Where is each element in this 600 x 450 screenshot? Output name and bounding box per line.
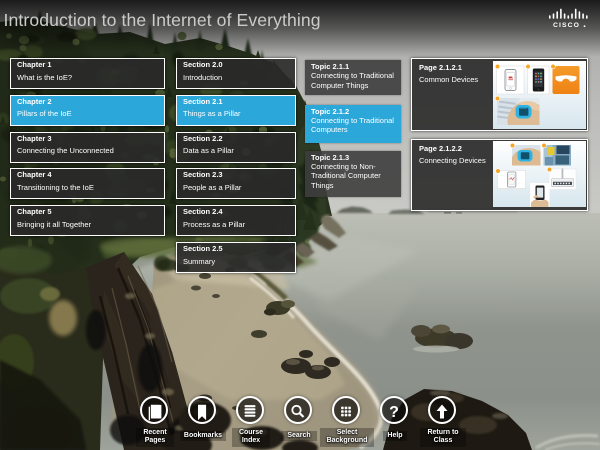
svg-text:CISCO: CISCO [553, 22, 580, 29]
svg-text:?: ? [389, 404, 399, 421]
